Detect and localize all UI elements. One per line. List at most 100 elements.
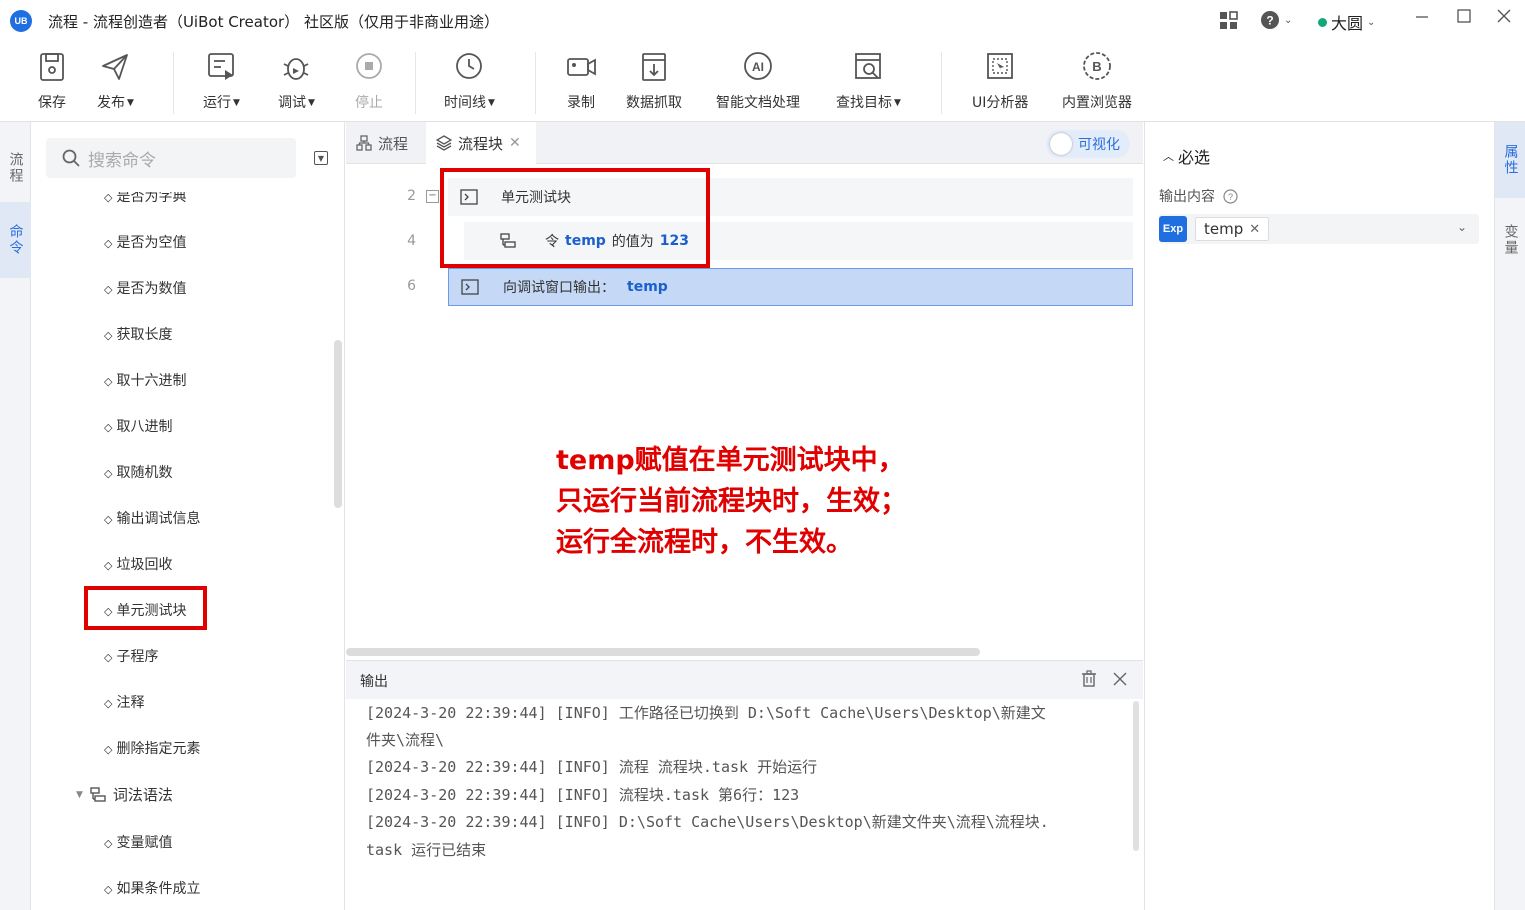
command-item[interactable]: ◇ 变量赋值: [104, 832, 172, 852]
line-number: 4: [407, 233, 416, 249]
close-tab-icon[interactable]: ✕: [509, 135, 521, 151]
stop-label: 停止: [355, 95, 383, 111]
help-icon[interactable]: ? ⌄: [1260, 10, 1292, 30]
command-item-unit-test-block[interactable]: ◇ 单元测试块: [104, 600, 186, 620]
title-bar: UB 流程 - 流程创造者（UiBot Creator） 社区版（仅用于非商业用…: [0, 0, 1525, 44]
find-target-button[interactable]: 查找目标 ▼: [836, 50, 901, 112]
chevron-down-icon: ⌄: [1367, 16, 1376, 28]
visual-mode-toggle[interactable]: 可视化: [1046, 130, 1130, 158]
timeline-label: 时间线: [444, 95, 486, 111]
run-button[interactable]: 运行 ▼: [203, 50, 240, 112]
online-status-icon: [1318, 17, 1327, 27]
divider: [173, 52, 174, 114]
command-item[interactable]: ◇ 取随机数: [104, 462, 172, 482]
data-scrape-button[interactable]: 数据抓取: [626, 50, 682, 112]
record-button[interactable]: 录制: [565, 50, 597, 112]
svg-text:AI: AI: [752, 60, 764, 74]
find-target-label: 查找目标: [836, 95, 892, 111]
command-item[interactable]: ◇ 取十六进制: [104, 370, 186, 390]
command-item[interactable]: ◇ 子程序: [104, 646, 158, 666]
publish-button[interactable]: 发布 ▼: [97, 50, 134, 112]
search-input[interactable]: 搜索命令: [46, 138, 296, 178]
command-group[interactable]: ▼ 词法语法: [76, 784, 173, 805]
expression-badge[interactable]: Exp: [1159, 216, 1187, 242]
tab-commands[interactable]: 命令: [0, 202, 31, 278]
run-label: 运行: [203, 95, 231, 111]
minimize-button[interactable]: [1414, 8, 1430, 24]
horizontal-scrollbar[interactable]: [346, 648, 980, 656]
code-line-unit-test-block[interactable]: 单元测试块: [448, 178, 1133, 216]
timeline-button[interactable]: 时间线 ▼: [444, 50, 495, 112]
builtin-browser-button[interactable]: B 内置浏览器: [1062, 50, 1132, 112]
command-item[interactable]: ◇ 是否为空值: [104, 232, 186, 252]
variable-name: temp: [627, 279, 668, 295]
command-item[interactable]: ◇ 是否为字典: [104, 192, 186, 206]
divider: [941, 52, 942, 114]
user-name: 大圆: [1331, 14, 1364, 33]
ui-analyzer-button[interactable]: UI分析器: [972, 50, 1028, 112]
log-line: [2024-3-20 22:39:44] [INFO] 流程块.task 第6行…: [366, 786, 800, 804]
stop-icon: [356, 53, 382, 79]
close-icon[interactable]: [1112, 671, 1128, 691]
close-button[interactable]: [1496, 8, 1512, 24]
value-chip[interactable]: temp ✕: [1195, 217, 1270, 241]
stop-button[interactable]: 停止: [353, 50, 385, 112]
left-sidebar-tabs: 流程 命令: [0, 122, 31, 910]
layers-icon: [436, 135, 452, 151]
tab-variables[interactable]: 变量: [1495, 206, 1525, 274]
chevron-down-icon[interactable]: ⌄: [1457, 220, 1467, 234]
run-icon: [208, 53, 235, 80]
fold-icon[interactable]: −: [426, 190, 439, 203]
data-scrape-icon: [642, 53, 666, 81]
publish-label: 发布: [97, 95, 125, 111]
user-menu[interactable]: 大圆 ⌄: [1318, 10, 1375, 34]
log-line: [2024-3-20 22:39:44] [INFO] 工作路径已切换到 D:\…: [366, 704, 1046, 722]
tab-flow[interactable]: 流程: [346, 122, 418, 164]
command-group-label: 词法语法: [112, 786, 173, 804]
command-panel: 搜索命令 ▼ ◇ 是否为字典 ◇ 是否为空值 ◇ 是否为数值 ◇ 获取长度 ◇ 取十六进制…: [31, 122, 345, 910]
command-item[interactable]: ◇ 是否为数值: [104, 278, 186, 298]
layout-icon[interactable]: [1218, 10, 1240, 32]
annotation-text: temp赋值在单元测试块中， 只运行当前流程块时，生效； 运行全流程时，不生效。: [556, 445, 907, 558]
scrollbar[interactable]: [1133, 701, 1139, 851]
code-editor: 2 − 单元测试块 4 令 temp 的值为 123 6 向调试窗口输出： te…: [346, 164, 1143, 658]
smart-doc-button[interactable]: AI 智能文档处理: [716, 50, 800, 112]
clock-icon: [456, 53, 483, 79]
command-item[interactable]: ◇ 获取长度: [104, 324, 172, 344]
toggle-knob: [1050, 133, 1072, 155]
command-item[interactable]: ◇ 输出调试信息: [104, 508, 200, 528]
maximize-button[interactable]: [1456, 8, 1472, 24]
code-line-assign[interactable]: 令 temp 的值为 123: [464, 222, 1133, 260]
caret-down-icon: ▼: [308, 98, 315, 108]
caret-down-icon: ▼: [76, 789, 83, 800]
section-required[interactable]: ︿ 必选: [1163, 144, 1210, 168]
command-item[interactable]: ◇ 删除指定元素: [104, 738, 200, 758]
trash-icon[interactable]: [1080, 670, 1098, 692]
save-icon: [40, 53, 64, 81]
right-sidebar-tabs: 属性 变量: [1494, 122, 1525, 910]
collapse-all-button[interactable]: ▼: [314, 151, 328, 165]
search-placeholder: 搜索命令: [88, 150, 156, 171]
find-target-icon: [855, 53, 882, 79]
tab-flow[interactable]: 流程: [0, 138, 31, 198]
flow-icon: [356, 135, 372, 151]
svg-text:?: ?: [1266, 14, 1273, 28]
remove-chip-icon[interactable]: ✕: [1249, 222, 1260, 237]
tab-flow-block[interactable]: 流程块 ✕: [426, 122, 536, 164]
scrollbar[interactable]: [334, 340, 342, 508]
command-item[interactable]: ◇ 如果条件成立: [104, 878, 200, 898]
caret-down-icon: ▼: [488, 98, 495, 108]
help-icon[interactable]: ?: [1223, 188, 1238, 204]
terminal-icon: [458, 186, 480, 208]
command-item[interactable]: ◇ 注释: [104, 692, 144, 712]
assign-icon: [497, 230, 519, 252]
tab-properties[interactable]: 属性: [1495, 122, 1525, 198]
line-number: 6: [407, 278, 416, 294]
save-button[interactable]: 保存: [36, 50, 68, 112]
command-item[interactable]: ◇ 取八进制: [104, 416, 172, 436]
code-line-output-selected[interactable]: 向调试窗口输出： temp: [448, 268, 1133, 306]
output-content-field[interactable]: Exp temp ✕ ⌄: [1159, 214, 1479, 244]
debug-button[interactable]: 调试 ▼: [278, 50, 315, 112]
output-panel: 输出 [2024-3-20 22:39:44] [INFO] 工作路径已切换到 …: [346, 660, 1143, 910]
command-item[interactable]: ◇ 垃圾回收: [104, 554, 172, 574]
